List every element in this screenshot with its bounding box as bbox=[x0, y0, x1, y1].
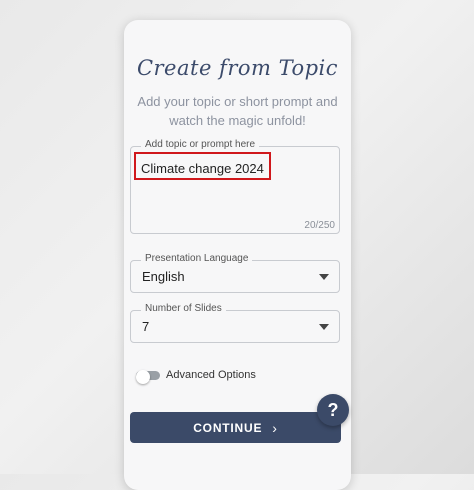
chevron-down-icon bbox=[319, 324, 329, 330]
help-button[interactable]: ? bbox=[317, 394, 349, 426]
topic-field-label: Add topic or prompt here bbox=[141, 139, 260, 150]
character-counter: 20/250 bbox=[304, 220, 335, 231]
intro-text: Add your topic or short prompt and watch… bbox=[137, 94, 338, 128]
question-mark-icon: ? bbox=[327, 399, 339, 420]
advanced-options-toggle[interactable] bbox=[136, 370, 160, 384]
toggle-knob bbox=[136, 370, 150, 384]
slides-value: 7 bbox=[142, 319, 150, 334]
language-value: English bbox=[142, 269, 185, 284]
slides-count-select[interactable]: Number of Slides 7 bbox=[130, 303, 340, 343]
continue-button[interactable]: CONTINUE › bbox=[130, 412, 341, 443]
chevron-down-icon bbox=[319, 274, 329, 280]
language-select[interactable]: Presentation Language English bbox=[130, 253, 340, 293]
page-title: Create from Topic bbox=[136, 56, 339, 80]
language-field-label: Presentation Language bbox=[141, 253, 253, 264]
screen: Create from Topic Add your topic or shor… bbox=[0, 0, 474, 490]
highlight-box bbox=[134, 152, 271, 180]
chevron-right-icon: › bbox=[272, 419, 278, 436]
advanced-options-label: Advanced Options bbox=[166, 369, 256, 381]
continue-label: CONTINUE bbox=[193, 420, 263, 435]
create-topic-card: Create from Topic Add your topic or shor… bbox=[124, 20, 351, 490]
slides-field-label: Number of Slides bbox=[141, 303, 226, 314]
